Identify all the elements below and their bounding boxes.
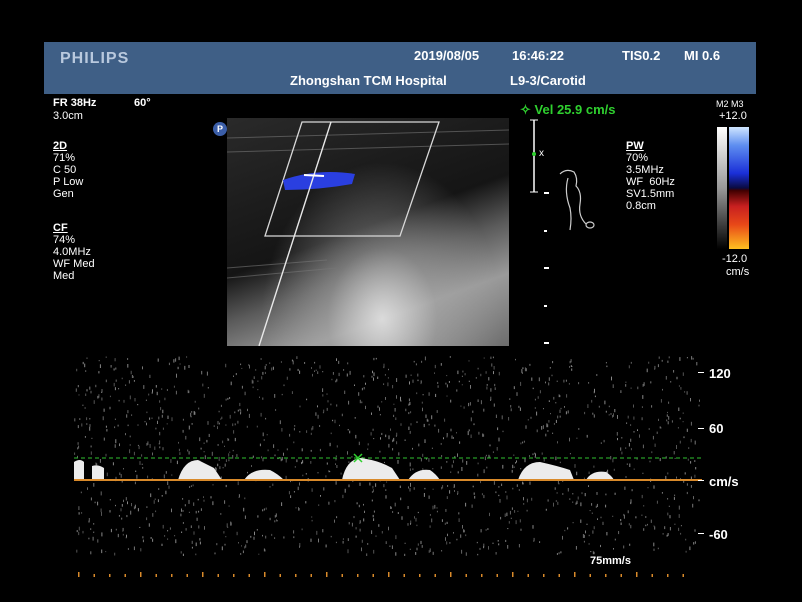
params-cf: CF 74% 4.0MHz WF Med Med [53,222,95,282]
params-2d-persist: P Low [53,176,84,188]
params-cf-gain: 74% [53,234,76,246]
depth-ruler: x [530,119,595,344]
velocity-color-bar [729,127,749,249]
sweep-speed: 75mm/s [590,555,631,567]
doppler-spectrum [74,356,702,556]
frame-rate: FR 38Hz [53,97,97,109]
spectral-waveforms [74,458,614,480]
scale-tick [698,428,704,429]
depth: 3.0cm [53,110,83,122]
params-pw-filter: WF 60Hz [626,176,675,188]
color-scale-unit: cm/s [726,266,750,278]
params-pw-gate-depth: 0.8cm [626,200,656,212]
params-pw-freq: 3.5MHz [626,164,664,176]
brand-logo: PHILIPS [60,50,130,67]
color-flow-region [283,172,355,190]
sample-volume-cursor-icon [532,152,536,156]
steer-angle: 60° [134,97,151,109]
params-cf-heading: CF [53,222,68,234]
carotid-body-marker-icon [559,169,595,231]
params-pw-gain: 70% [626,152,649,164]
scale-60: 60 [709,421,724,436]
bmode-image [227,118,509,346]
color-scale-bar [717,127,749,249]
color-scale-bottom: -12.0 [722,253,748,265]
hospital-name: Zhongshan TCM Hospital [290,73,447,88]
mi-value: MI 0.6 [684,48,721,63]
scale-neg-60: -60 [709,527,728,542]
color-map-modes: M2 M3 [716,99,744,109]
params-2d-compress: C 50 [53,164,77,176]
bmode-overlay [227,121,509,346]
scale-tick [698,480,704,481]
params-pw: PW 70% 3.5MHz WF 60Hz SV1.5mm 0.8cm [626,140,675,212]
params-2d-heading: 2D [53,140,68,152]
params-2d-freq: Gen [53,188,74,200]
params-2d: 2D 71% C 50 P Low Gen [53,140,83,200]
params-2d-gain: 71% [53,152,76,164]
exam-time: 16:46:22 [512,48,565,63]
exam-date: 2019/08/05 [414,48,480,63]
probe-preset: L9-3/Carotid [510,73,586,88]
header-bar: PHILIPS 2019/08/05 16:46:22 TIS0.2 MI 0.… [44,42,756,94]
color-scale-top: +12.0 [719,110,747,122]
doppler-cursor-line[interactable] [258,121,332,346]
probe-marker-icon: P [213,122,227,136]
params-cf-freq: 4.0MHz [53,246,91,258]
scale-tick [698,533,704,534]
scale-120: 120 [709,366,731,381]
scale-unit: cm/s [709,474,739,489]
params-pw-heading: PW [626,140,644,152]
params-pw-sample-volume: SV1.5mm [626,188,675,200]
tis-value: TIS0.2 [622,48,661,63]
scale-tick [698,372,704,373]
params-cf-filter: WF Med [53,258,95,270]
spectrum-noise [74,356,700,556]
sample-volume-gate[interactable] [303,174,325,177]
svg-text:x: x [539,148,544,159]
grayscale-bar [717,127,727,249]
params-cf-res: Med [53,270,75,282]
time-axis [78,572,684,577]
